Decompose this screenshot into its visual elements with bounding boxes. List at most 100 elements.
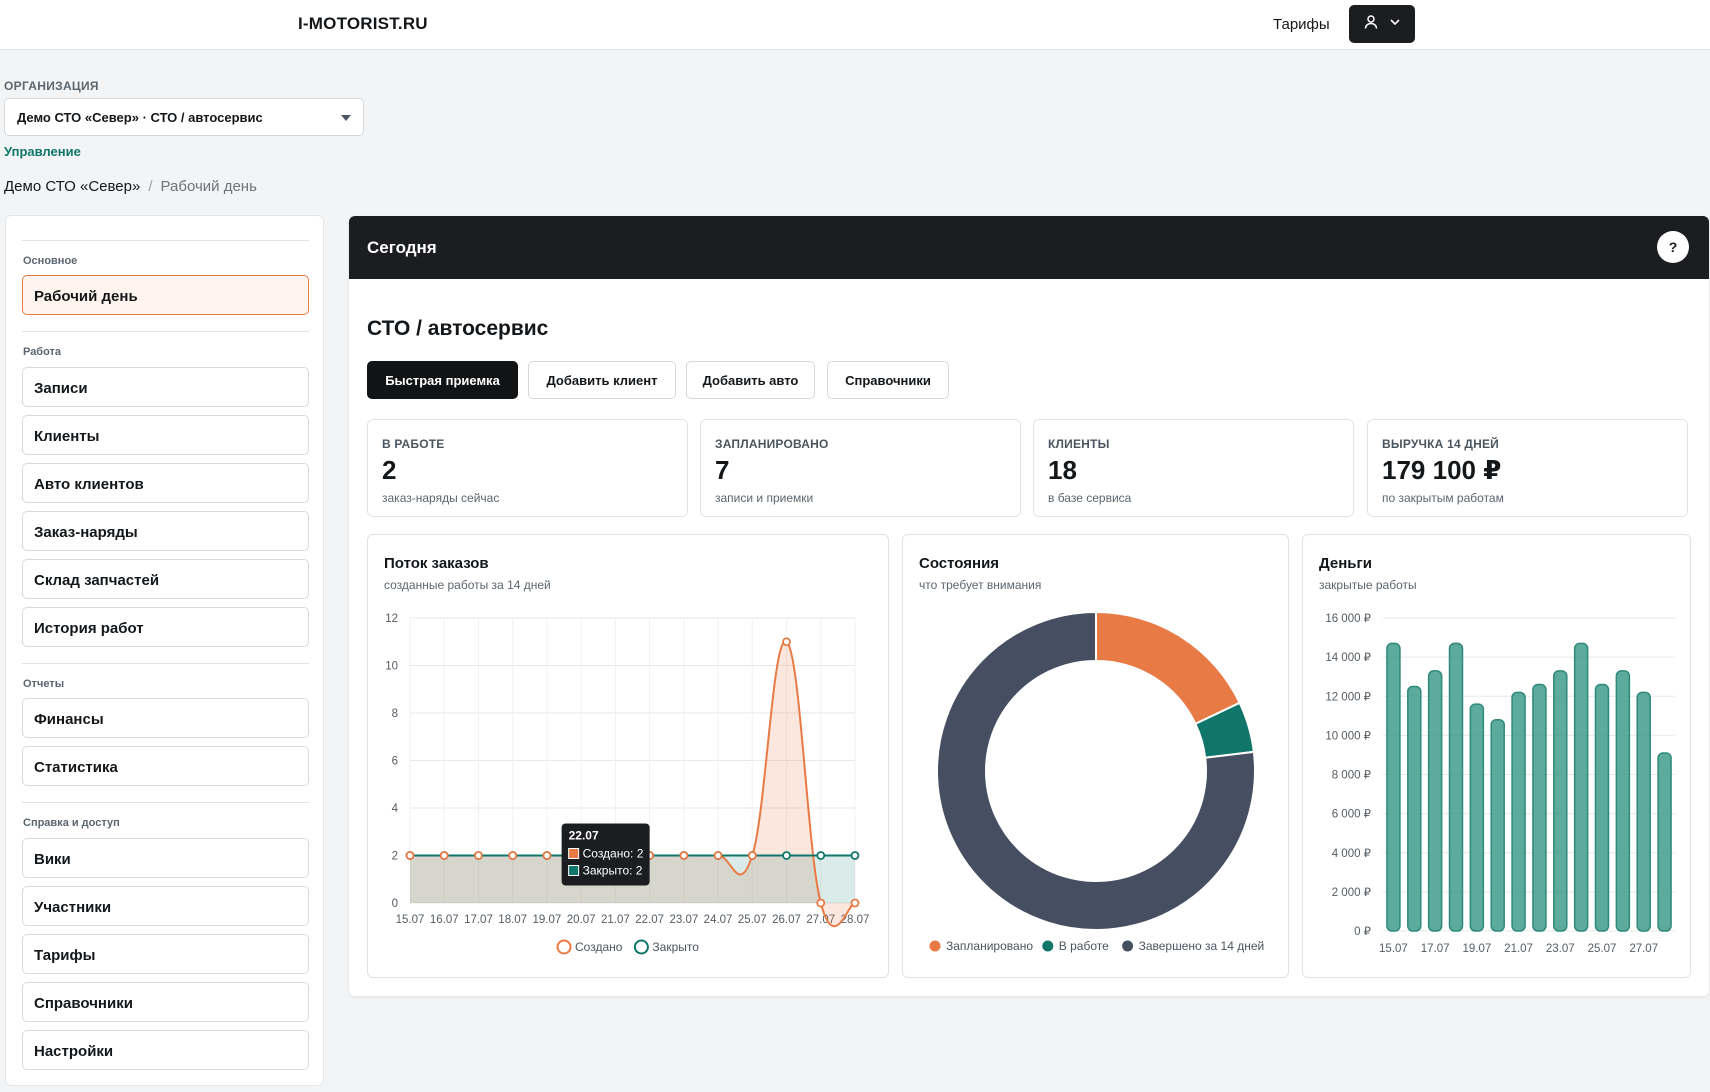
sidebar-section-help: Справка и доступ <box>23 817 120 829</box>
money-bar <box>1594 683 1610 932</box>
legend-label: Создано <box>575 940 623 954</box>
x-tick-label: 16.07 <box>430 914 459 926</box>
money-bar <box>1573 642 1589 932</box>
add-client-button[interactable]: Добавить клиент <box>528 361 676 399</box>
kpi-card-in-progress: В РАБОТЕ 2 заказ-наряды сейчас <box>367 419 688 517</box>
sidebar-item-settings[interactable]: Настройки <box>22 1030 309 1070</box>
sidebar-item-tariffs[interactable]: Тарифы <box>22 934 309 974</box>
sidebar-item-statistics[interactable]: Статистика <box>22 746 309 786</box>
sidebar-item-members[interactable]: Участники <box>22 886 309 926</box>
kpi-value: 2 <box>382 455 397 485</box>
data-point <box>747 851 757 860</box>
y-tick-label: 2 000 ₽ <box>1332 887 1372 899</box>
money-bar-chart[interactable]: 0 ₽ 2 000 ₽ 4 000 ₽ 6 000 ₽ 8 000 ₽ 10 000 ₽ 1… <box>1303 535 1692 979</box>
tooltip-line: Создано: 2 <box>583 847 644 861</box>
sidebar-item-parts-warehouse[interactable]: Склад запчастей <box>22 559 309 599</box>
orders-flow-card: Поток заказов созданные работы за 14 дне… <box>367 534 889 978</box>
kpi-value: 18 <box>1048 455 1077 485</box>
kpi-card-revenue: ВЫРУЧКА 14 ДНЕЙ 179 100 ₽ по закрытым ра… <box>1367 419 1688 517</box>
add-car-button[interactable]: Добавить авто <box>686 361 815 399</box>
data-point <box>713 851 723 860</box>
money-bar <box>1615 670 1631 932</box>
quick-intake-button[interactable]: Быстрая приемка <box>367 361 518 399</box>
legend-marker <box>1042 940 1054 952</box>
data-point <box>405 851 415 860</box>
orders-flow-chart[interactable]: 0 2 4 6 8 10 12 15.07 16.07 17.07 18.07 19.07 20.07 2… <box>368 535 890 979</box>
money-bar <box>1427 670 1443 932</box>
kpi-card-clients: КЛИЕНТЫ 18 в базе сервиса <box>1033 419 1354 517</box>
states-donut-chart[interactable]: Запланировано В работе Завершено за 14 дне… <box>903 535 1290 979</box>
brand-logo[interactable]: I-MOTORIST.RU <box>298 14 428 34</box>
main-panel: Сегодня ? СТО / автосервис Быстрая прием… <box>349 216 1709 996</box>
page-title: СТО / автосервис <box>367 317 549 340</box>
sidebar-item-references[interactable]: Справочники <box>22 982 309 1022</box>
kpi-caption: в базе сервиса <box>1048 491 1132 505</box>
tariffs-link[interactable]: Тарифы <box>1273 16 1330 33</box>
data-point <box>816 898 826 908</box>
breadcrumb: Демо СТО «Север» / Рабочий день <box>4 178 257 195</box>
money-bar <box>1490 718 1505 932</box>
sidebar-item-work-orders[interactable]: Заказ-наряды <box>22 511 309 551</box>
breadcrumb-current: Рабочий день <box>160 178 257 195</box>
money-bar <box>1448 642 1464 932</box>
manage-link[interactable]: Управление <box>4 144 81 159</box>
x-tick-label: 15.07 <box>396 914 425 926</box>
help-button[interactable]: ? <box>1657 231 1689 263</box>
money-bar <box>1553 670 1568 932</box>
kpi-value: 179 100 ₽ <box>1382 455 1502 485</box>
y-tick-label: 6 000 ₽ <box>1332 809 1372 821</box>
y-tick-label: 0 ₽ <box>1354 926 1372 938</box>
sidebar-item-clients[interactable]: Клиенты <box>22 415 309 455</box>
sidebar-divider <box>22 663 309 664</box>
y-tick-label: 10 <box>385 661 398 673</box>
data-point <box>850 898 860 908</box>
sidebar: Основное Рабочий день Работа Записи Клие… <box>5 215 324 1086</box>
legend-marker <box>1122 940 1134 952</box>
x-tick-label: 25.07 <box>738 914 767 926</box>
x-tick-label: 27.07 <box>1629 943 1658 955</box>
sidebar-item-wiki[interactable]: Вики <box>22 838 309 878</box>
references-button[interactable]: Справочники <box>827 361 949 399</box>
data-point <box>439 851 449 860</box>
legend-marker <box>929 940 941 952</box>
sidebar-item-work-history[interactable]: История работ <box>22 607 309 647</box>
y-tick-label: 4 000 ₽ <box>1332 848 1372 860</box>
sidebar-section-work: Работа <box>23 346 62 358</box>
legend-label: Закрыто <box>652 940 699 954</box>
user-menu-button[interactable] <box>1349 5 1415 43</box>
kpi-label: ЗАПЛАНИРОВАНО <box>715 437 829 451</box>
kpi-value: 7 <box>715 455 730 485</box>
sidebar-divider <box>22 331 309 332</box>
x-tick-label: 18.07 <box>498 914 527 926</box>
panel-header: Сегодня ? <box>349 216 1709 279</box>
kpi-caption: записи и приемки <box>715 491 814 505</box>
y-tick-label: 16 000 ₽ <box>1325 613 1371 625</box>
sidebar-divider <box>22 240 309 241</box>
data-point <box>816 851 826 860</box>
data-point <box>679 851 689 860</box>
kpi-label: КЛИЕНТЫ <box>1048 437 1110 451</box>
y-tick-label: 10 000 ₽ <box>1325 730 1371 742</box>
panel-title: Сегодня <box>367 238 437 257</box>
sidebar-item-client-cars[interactable]: Авто клиентов <box>22 463 309 503</box>
x-tick-label: 19.07 <box>1462 943 1491 955</box>
org-select[interactable]: Демо СТО «Север» · СТО / автосервис <box>4 98 364 136</box>
x-tick-label: 23.07 <box>1546 943 1575 955</box>
kpi-card-planned: ЗАПЛАНИРОВАНО 7 записи и приемки <box>700 419 1021 517</box>
x-tick-label: 26.07 <box>772 914 801 926</box>
sidebar-item-finance[interactable]: Финансы <box>22 698 309 738</box>
y-tick-label: 8 <box>392 708 398 720</box>
x-tick-label: 17.07 <box>1421 943 1450 955</box>
breadcrumb-root[interactable]: Демо СТО «Север» <box>4 178 140 195</box>
y-tick-label: 14 000 ₽ <box>1325 652 1371 664</box>
y-tick-label: 0 <box>392 898 398 910</box>
sidebar-item-appointments[interactable]: Записи <box>22 367 309 407</box>
states-card: Состояния что требует внимания Запланиро… <box>902 534 1289 978</box>
x-tick-label: 23.07 <box>669 914 698 926</box>
y-tick-label: 4 <box>392 803 399 815</box>
y-tick-label: 2 <box>392 851 398 863</box>
sidebar-section-main: Основное <box>23 255 78 267</box>
sidebar-item-workday[interactable]: Рабочий день <box>22 275 309 315</box>
legend-label: Запланировано <box>946 939 1033 953</box>
money-bar <box>1469 703 1485 932</box>
